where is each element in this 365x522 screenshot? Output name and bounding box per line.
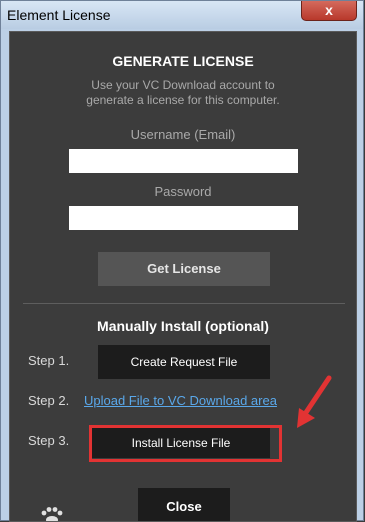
close-icon: x	[325, 2, 333, 18]
password-input[interactable]	[69, 206, 298, 230]
window-title: Element License	[7, 7, 111, 23]
password-label: Password	[154, 184, 212, 199]
license-dialog: Element License x GENERATE LICENSE Use y…	[0, 0, 364, 522]
generate-license-heading: GENERATE LICENSE	[112, 53, 254, 69]
generate-license-description: Use your VC Download account to generate…	[10, 78, 356, 108]
close-button[interactable]: Close	[138, 488, 230, 521]
dialog-content: GENERATE LICENSE Use your VC Download ac…	[9, 31, 357, 522]
section-divider	[23, 303, 345, 304]
step-3-label: Step 3.	[28, 433, 70, 448]
paw-logo-icon	[41, 507, 63, 521]
description-line-1: Use your VC Download account to	[91, 78, 275, 92]
manual-install-heading: Manually Install (optional)	[97, 318, 269, 334]
step-2-label: Step 2.	[28, 393, 70, 408]
username-label: Username (Email)	[130, 127, 236, 142]
annotation-highlight-box	[89, 425, 282, 462]
title-bar[interactable]: Element License x	[1, 1, 363, 29]
annotation-arrow-icon	[297, 375, 332, 428]
username-input[interactable]	[69, 149, 298, 173]
upload-file-link[interactable]: Upload File to VC Download area	[84, 393, 277, 408]
window-close-button[interactable]: x	[301, 1, 357, 21]
description-line-2: generate a license for this computer.	[86, 93, 280, 107]
create-request-file-button[interactable]: Create Request File	[98, 345, 270, 379]
step-1-label: Step 1.	[28, 353, 70, 368]
get-license-button[interactable]: Get License	[98, 252, 270, 286]
